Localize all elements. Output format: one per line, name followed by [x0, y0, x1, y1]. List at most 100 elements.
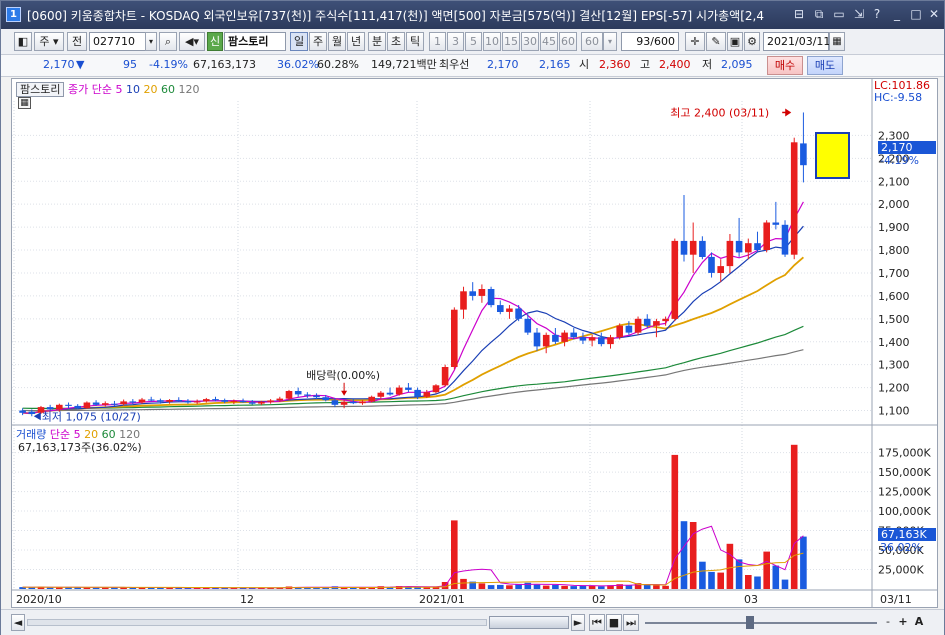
interval-custom[interactable]: 60: [581, 32, 603, 51]
code-dropdown-icon[interactable]: ▾: [145, 32, 157, 51]
volume-bar: [533, 584, 541, 589]
count-field[interactable]: 93/600: [621, 32, 679, 51]
draw-tool-icon[interactable]: ✎: [706, 32, 726, 51]
candle: [708, 256, 715, 273]
auto-scale-button[interactable]: A: [911, 614, 927, 631]
volume-bar: [46, 587, 54, 589]
interval-15[interactable]: 15: [502, 32, 520, 51]
pin-icon[interactable]: ⇲: [851, 6, 867, 22]
sell-button[interactable]: 매도: [807, 56, 843, 75]
scroll-thumb[interactable]: [489, 616, 569, 629]
calendar-icon[interactable]: ▦: [829, 32, 845, 51]
interval-10[interactable]: 10: [483, 32, 501, 51]
forward-button[interactable]: ⏭: [623, 614, 639, 631]
chart-canvas[interactable]: 2020/10 12 2021/01 02 03 1,100 1,200 1,300 1,400…: [12, 79, 937, 607]
zoom-slider-handle[interactable]: [746, 616, 754, 629]
close-icon[interactable]: ✕: [926, 6, 942, 22]
volume-bar: [460, 578, 467, 589]
rewind-button[interactable]: ⏮: [589, 614, 605, 631]
candle: [395, 387, 403, 395]
crosshair-icon[interactable]: ✛: [685, 32, 705, 51]
volume-tick-label: 150,000K: [878, 466, 931, 479]
tab-minute[interactable]: 분: [368, 32, 386, 51]
period-select[interactable]: 주 ▾: [34, 32, 64, 51]
date-input[interactable]: 2021/03/11: [763, 32, 830, 51]
layout-icon[interactable]: ⊟: [791, 6, 807, 22]
bottom-bar: ◄ ► ⏮ ■ ⏭ - + A: [1, 609, 944, 635]
buy-button[interactable]: 매수: [767, 56, 803, 75]
minimize-icon[interactable]: _: [889, 6, 905, 22]
high-annotation: 최고 2,400 (03/11): [670, 106, 769, 119]
trade-amount: 149,721백만: [371, 58, 437, 71]
new-badge[interactable]: 신: [207, 32, 223, 51]
link-icon[interactable]: ⧉: [811, 6, 827, 22]
tab-day[interactable]: 일: [290, 32, 308, 51]
search-icon[interactable]: ⌕: [159, 32, 177, 51]
volume-current-tag: 67,163K: [878, 528, 936, 541]
scroll-right-button[interactable]: ►: [571, 614, 585, 631]
window-number-badge[interactable]: 1: [6, 7, 21, 22]
candle: [451, 309, 458, 367]
help-icon[interactable]: ?: [869, 6, 885, 22]
volume-bar: [726, 543, 734, 589]
volume-bar: [662, 585, 669, 589]
tab-month[interactable]: 월: [328, 32, 346, 51]
volume-bar: [497, 584, 504, 589]
price-tick-label: 1,700: [878, 267, 910, 280]
save-icon[interactable]: ▣: [727, 32, 743, 51]
interval-1[interactable]: 1: [429, 32, 446, 51]
settings-icon[interactable]: ⚙: [744, 32, 760, 51]
chart-area[interactable]: 2020/10 12 2021/01 02 03 1,100 1,200 1,300 1,400…: [11, 78, 938, 608]
legend-stock-name[interactable]: 팜스토리: [16, 82, 65, 97]
interval-60[interactable]: 60: [559, 32, 577, 51]
volume-current-text: 67,163,173주(36.02%): [18, 441, 142, 454]
interval-dropdown-icon[interactable]: ▾: [603, 32, 617, 51]
candle: [340, 401, 348, 405]
toolbar: ◧ 주 ▾ 전 027710 ▾ ⌕ ◀▾ 신 팜스토리 일 주 월 년 분 초…: [1, 29, 944, 55]
open-price: 2,360: [599, 58, 631, 71]
candle: [65, 404, 72, 406]
ma-line-60: [22, 325, 804, 410]
legend-ma20: 20: [143, 83, 158, 96]
candle: [607, 337, 614, 345]
interval-45[interactable]: 45: [540, 32, 558, 51]
high-arrow-icon: [785, 108, 792, 117]
tab-tick[interactable]: 틱: [406, 32, 424, 51]
grid-toggle-icon[interactable]: ▦: [18, 97, 31, 109]
candle: [781, 224, 789, 255]
tab-year[interactable]: 년: [347, 32, 365, 51]
candle: [469, 291, 476, 296]
zoom-out-button[interactable]: -: [881, 614, 895, 631]
stock-code-input[interactable]: 027710: [89, 32, 147, 51]
price-tick-label: 1,600: [878, 290, 910, 303]
prev-button[interactable]: 전: [67, 32, 87, 51]
tab-week[interactable]: 주: [309, 32, 327, 51]
candle: [184, 400, 192, 403]
interval-30[interactable]: 30: [521, 32, 539, 51]
zoom-slider[interactable]: [645, 622, 877, 624]
chart-menu-icon[interactable]: ◧: [14, 32, 32, 51]
xaxis-tick-label: 03: [744, 593, 758, 606]
candle: [487, 289, 495, 306]
stop-button[interactable]: ■: [606, 614, 622, 631]
candle: [717, 266, 724, 273]
candle: [754, 243, 761, 251]
volume-bar: [772, 565, 780, 589]
scroll-track[interactable]: [27, 619, 487, 626]
window-icon[interactable]: ▭: [831, 6, 847, 22]
candle: [524, 318, 532, 333]
candle: [74, 405, 81, 409]
candle: [248, 402, 256, 404]
candle: [460, 291, 467, 310]
scroll-left-button[interactable]: ◄: [11, 614, 25, 631]
maximize-icon[interactable]: □: [908, 6, 924, 22]
zoom-in-button[interactable]: +: [896, 614, 910, 631]
interval-5[interactable]: 5: [465, 32, 482, 51]
volume-bar: [699, 561, 706, 589]
sound-icon[interactable]: ◀▾: [179, 32, 205, 51]
tab-second[interactable]: 초: [387, 32, 405, 51]
candle: [506, 308, 513, 312]
interval-3[interactable]: 3: [447, 32, 464, 51]
low-annotation: 최저 1,075 (10/27): [42, 410, 141, 423]
legend-ma120: 120: [178, 83, 200, 96]
